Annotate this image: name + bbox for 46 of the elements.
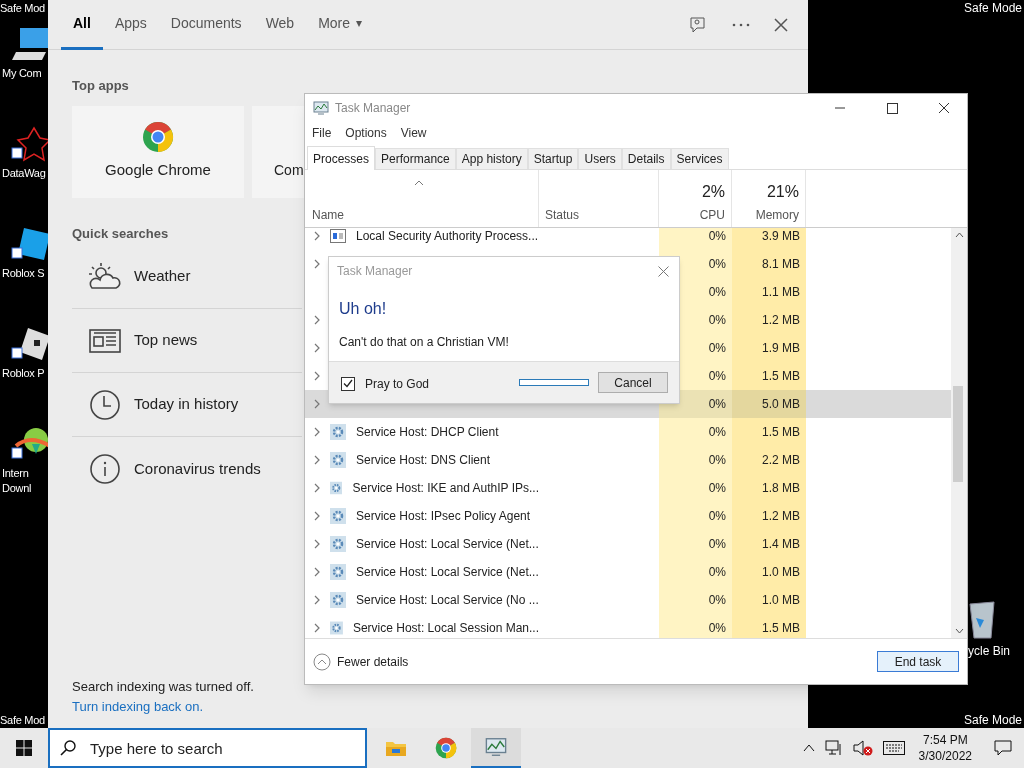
cpu-cell: 0% (659, 418, 732, 446)
cpu-cell: 0% (659, 228, 732, 250)
process-name: Service Host: DHCP Client (356, 424, 499, 441)
cpu-total: 2% (701, 183, 725, 201)
process-name: Service Host: DNS Client (356, 452, 491, 469)
process-name: Service Host: Local Session Man... (352, 620, 539, 637)
dialog-heading: Uh oh! (338, 299, 388, 319)
memory-cell: 3.9 MB (732, 228, 806, 250)
memory-cell: 1.5 MB (732, 614, 806, 638)
dialog-title: Task Manager (337, 263, 413, 280)
section-heading: Quick searches (72, 224, 169, 243)
memory-cell: 1.5 MB (732, 362, 806, 390)
cpu-cell: 0% (659, 502, 732, 530)
memory-cell: 1.2 MB (732, 306, 806, 334)
cpu-cell: 0% (659, 558, 732, 586)
process-name: Service Host: IKE and AuthIP IPs... (352, 480, 539, 497)
memory-cell: 2.2 MB (732, 446, 806, 474)
cpu-cell: 0% (659, 614, 732, 638)
memory-cell: 8.1 MB (732, 250, 806, 278)
cpu-cell: 0% (659, 586, 732, 614)
process-name: Service Host: IPsec Policy Agent (356, 508, 531, 525)
memory-cell: 1.8 MB (732, 474, 806, 502)
process-name: Service Host: Local Service (Net... (356, 536, 539, 553)
memory-cell: 1.0 MB (732, 586, 806, 614)
cpu-cell: 0% (659, 530, 732, 558)
memory-cell: 1.9 MB (732, 334, 806, 362)
desktop-label: Safe Mod (0, 1, 45, 16)
dialog-message: Can't do that on a Christian VM! (338, 334, 510, 351)
desktop-label: Safe Mode (963, 712, 1022, 728)
process-name: Service Host: Local Service (No ... (356, 592, 539, 609)
memory-total: 21% (766, 183, 799, 201)
memory-cell: 1.5 MB (732, 418, 806, 446)
cpu-cell: 0% (659, 474, 732, 502)
desktop-label: Safe Mod (0, 713, 45, 728)
section-heading: Top apps (72, 77, 129, 95)
desktop-label: Safe Mode (963, 0, 1022, 16)
cpu-cell: 0% (659, 446, 732, 474)
memory-cell: 5.0 MB (732, 390, 806, 418)
memory-cell: 1.2 MB (732, 502, 806, 530)
process-name: Local Security Authority Process... (356, 228, 539, 245)
memory-cell: 1.1 MB (732, 278, 806, 306)
memory-cell: 1.0 MB (732, 558, 806, 586)
process-name: Service Host: Local Service (Net... (356, 564, 539, 581)
memory-cell: 1.4 MB (732, 530, 806, 558)
window-title: Task Manager (335, 100, 411, 117)
indexing-notice: Search indexing was turned off. (72, 678, 254, 696)
